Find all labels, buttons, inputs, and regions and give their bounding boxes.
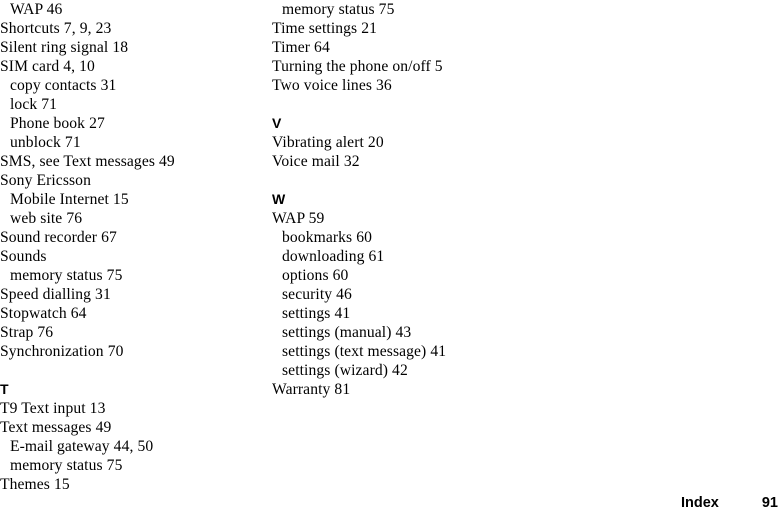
index-column-right: memory status 75 Time settings 21 Timer 64… xyxy=(272,0,602,399)
index-subentry: settings (manual) 43 xyxy=(282,324,412,341)
index-entry: Two voice lines 36 xyxy=(272,77,392,94)
index-page: WAP 46 Shortcuts 7, 9, 23 Silent ring sign… xyxy=(0,0,783,517)
index-subentry: memory status 75 xyxy=(282,1,395,18)
index-subentry: security 46 xyxy=(282,286,352,303)
page-footer: Index 91 xyxy=(0,491,783,517)
index-subentry: E-mail gateway 44, 50 xyxy=(10,438,154,455)
index-subentry: settings (wizard) 42 xyxy=(282,362,408,379)
index-entry: WAP 59 xyxy=(272,210,325,227)
index-section-heading: V xyxy=(272,115,282,131)
index-subentry: options 60 xyxy=(282,267,349,284)
index-subentry: memory status 75 xyxy=(10,457,123,474)
index-subentry: settings 41 xyxy=(282,305,351,322)
index-entry: Vibrating alert 20 xyxy=(272,134,384,151)
index-section-heading: W xyxy=(272,191,286,207)
footer-page-number: 91 xyxy=(761,495,778,511)
index-entry: Timer 64 xyxy=(272,39,330,56)
index-entry: Text messages 49 xyxy=(0,419,112,436)
index-entry: Voice mail 32 xyxy=(272,153,360,170)
index-subentry: bookmarks 60 xyxy=(282,229,372,246)
index-entry: Time settings 21 xyxy=(272,20,377,37)
index-spacer xyxy=(272,95,602,114)
index-subentry: settings (text message) 41 xyxy=(282,343,447,360)
index-entry: T9 Text input 13 xyxy=(0,400,106,417)
index-entry: Warranty 81 xyxy=(272,381,351,398)
footer-section-label: Index xyxy=(681,495,719,511)
index-subentry: downloading 61 xyxy=(282,248,385,265)
index-entry: Turning the phone on/off 5 xyxy=(272,58,443,75)
index-spacer xyxy=(272,171,602,190)
index-columns: WAP 46 Shortcuts 7, 9, 23 Silent ring sign… xyxy=(0,0,783,493)
